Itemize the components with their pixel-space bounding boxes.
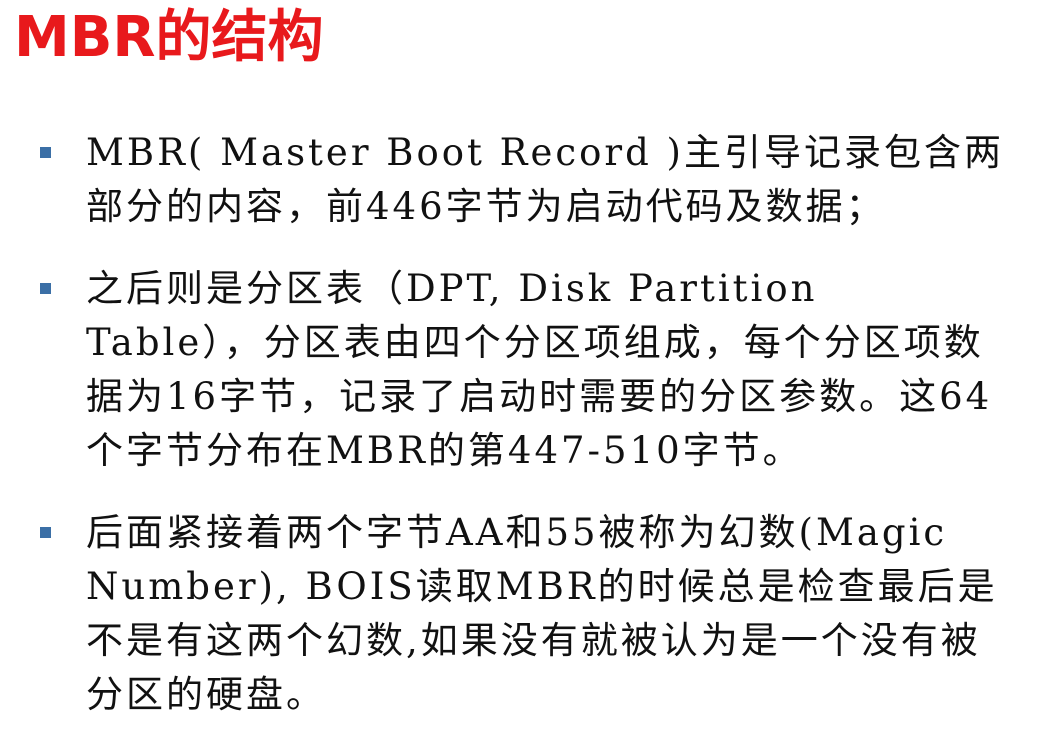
slide: MBR的结构 MBR( Master Boot Record )主引导记录包含两… bbox=[0, 0, 1055, 724]
slide-title: MBR的结构 bbox=[14, 5, 324, 70]
bullet-item-3: 后面紧接着两个字节AA和55被称为幻数(Magic Number), BOIS读… bbox=[40, 506, 1010, 722]
bullet-list: MBR( Master Boot Record )主引导记录包含两部分的内容，前… bbox=[40, 126, 1010, 750]
square-bullet-icon bbox=[40, 283, 51, 294]
bullet-text-1: MBR( Master Boot Record )主引导记录包含两部分的内容，前… bbox=[86, 131, 1004, 228]
bullet-item-1: MBR( Master Boot Record )主引导记录包含两部分的内容，前… bbox=[40, 126, 1010, 234]
bullet-text-3: 后面紧接着两个字节AA和55被称为幻数(Magic Number), BOIS读… bbox=[86, 511, 998, 716]
bullet-item-2: 之后则是分区表（DPT, Disk Partition Table），分区表由四… bbox=[40, 262, 1010, 478]
square-bullet-icon bbox=[40, 527, 51, 538]
square-bullet-icon bbox=[40, 147, 51, 158]
bullet-text-2: 之后则是分区表（DPT, Disk Partition Table），分区表由四… bbox=[86, 267, 993, 472]
